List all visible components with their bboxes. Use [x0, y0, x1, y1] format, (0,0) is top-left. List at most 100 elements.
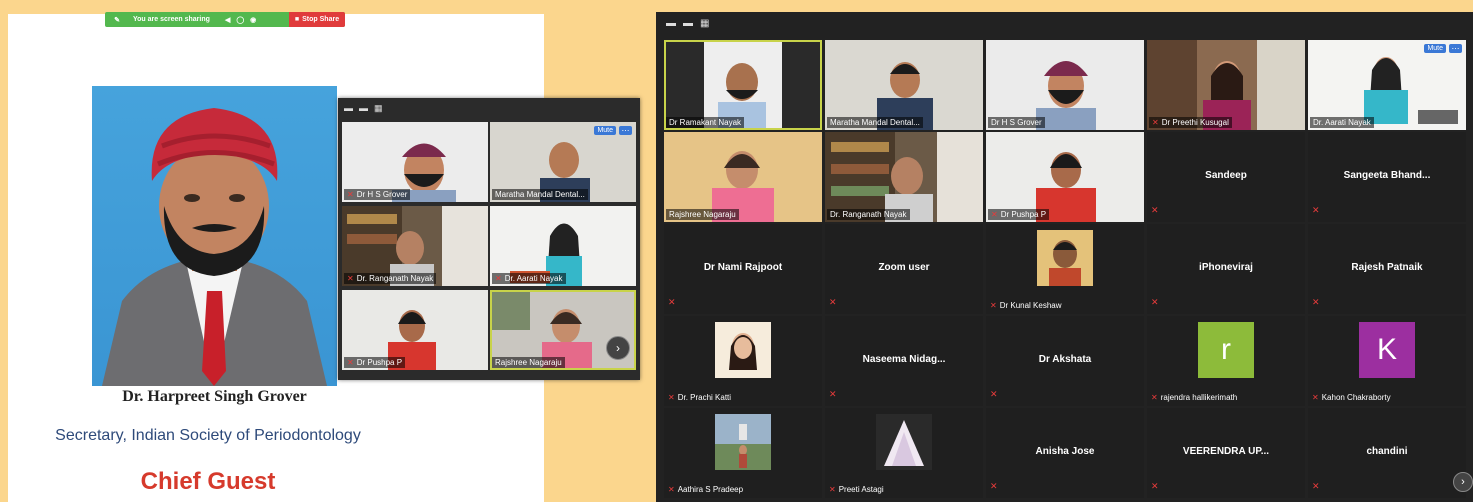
participant-initial-avatar: r [1198, 322, 1254, 378]
mini-panel-header: ▬ ▬ ▦ [338, 98, 640, 118]
name-tile-naseema[interactable]: Naseema Nidag... ✕ [825, 316, 983, 406]
video-tile-1[interactable]: Dr Ramakant Nayak [664, 40, 822, 130]
muted-mic-icon: ✕ [1312, 481, 1320, 491]
mini-tile-2[interactable]: Mute ⋯ Maratha Mandal Dental... [490, 122, 636, 202]
muted-mic-icon: ✕ [990, 389, 998, 399]
minimize-icon[interactable]: ▬ [666, 18, 676, 29]
chief-guest-title: Chief Guest [140, 468, 276, 495]
share-status-icon: ✎ [114, 16, 120, 24]
name-tile-sandeep[interactable]: Sandeep ✕ [1147, 132, 1305, 222]
participant-name: Rajesh Patnaik [1351, 262, 1423, 273]
muted-mic-icon: ✕ [990, 301, 997, 310]
avatar-tile-aathira[interactable]: ✕ Aathira S Pradeep [664, 408, 822, 498]
participant-name: Dr Nami Rajpoot [703, 262, 783, 273]
more-options-icon[interactable]: ⋯ [1449, 44, 1462, 53]
speaker-name: Dr. Harpreet Singh Grover [122, 388, 307, 405]
name-tile-chandini[interactable]: chandini ✕ [1308, 408, 1466, 498]
avatar-tile-preeti[interactable]: ✕ Preeti Astagi [825, 408, 983, 498]
mini-tile-4[interactable]: ✕ Dr. Aarati Nayak [490, 206, 636, 286]
mini-tile-4-label: ✕ Dr. Aarati Nayak [492, 273, 566, 284]
participant-name: Zoom user [878, 262, 930, 273]
mute-button[interactable]: Mute [1424, 44, 1446, 53]
restore-icon[interactable]: ▬ [683, 18, 693, 29]
video-tile-8[interactable]: ✕ Dr Pushpa P [986, 132, 1144, 222]
speaker-role: Secretary, Indian Society of Periodontol… [55, 427, 361, 444]
avatar-tile-label: ✕ rajendra hallikerimath [1151, 393, 1238, 402]
muted-mic-icon: ✕ [990, 481, 998, 491]
muted-mic-icon: ✕ [495, 274, 502, 283]
participant-avatar [715, 322, 771, 378]
name-tile-zoom-user[interactable]: Zoom user ✕ [825, 224, 983, 314]
restore-icon[interactable]: ▬ [359, 103, 368, 113]
participant-name: Sandeep [1205, 170, 1247, 181]
participant-name: Naseema Nidag... [862, 354, 946, 365]
name-tile-rajesh[interactable]: Rajesh Patnaik ✕ [1308, 224, 1466, 314]
grid-view-icon[interactable]: ▦ [700, 18, 709, 29]
name-tile-akshata[interactable]: Dr Akshata ✕ [986, 316, 1144, 406]
participant-name: chandini [1366, 446, 1408, 457]
mini-tile-3-label: ✕ Dr. Ranganath Nayak [344, 273, 437, 284]
mini-tile-6[interactable]: Rajshree Nagaraju › [490, 290, 636, 370]
video-tile-3-label: Dr H S Grover [988, 117, 1045, 128]
muted-mic-icon: ✕ [1151, 205, 1159, 215]
avatar-tile-rajendra[interactable]: r ✕ rajendra hallikerimath [1147, 316, 1305, 406]
video-tile-5-label: Dr. Aarati Nayak [1310, 117, 1374, 128]
video-tile-3[interactable]: Dr H S Grover [986, 40, 1144, 130]
name-tile-sangeeta[interactable]: Sangeeta Bhand... ✕ [1308, 132, 1466, 222]
share-controls-icons[interactable]: ◀ ◯ ◉ [225, 16, 271, 24]
muted-mic-icon: ✕ [829, 297, 837, 307]
muted-mic-icon: ✕ [347, 190, 354, 199]
video-tile-2[interactable]: Maratha Mandal Dental... [825, 40, 983, 130]
mini-next-page-icon[interactable]: › [606, 336, 630, 360]
muted-mic-icon: ✕ [829, 389, 837, 399]
muted-mic-icon: ✕ [1312, 393, 1319, 402]
mini-tile-2-label: Maratha Mandal Dental... [492, 189, 588, 200]
muted-mic-icon: ✕ [1312, 297, 1320, 307]
name-tile-nami[interactable]: Dr Nami Rajpoot ✕ [664, 224, 822, 314]
avatar-tile-label: ✕ Kahon Chakraborty [1312, 393, 1391, 402]
muted-mic-icon: ✕ [1151, 481, 1159, 491]
mini-more-options-icon[interactable]: ⋯ [619, 126, 632, 135]
avatar-tile-kahon[interactable]: K ✕ Kahon Chakraborty [1308, 316, 1466, 406]
grid-view-icon[interactable]: ▦ [374, 103, 383, 114]
muted-mic-icon: ✕ [829, 485, 836, 494]
video-tile-4-label: ✕ Dr Preethi Kusugal [1149, 117, 1232, 128]
participant-avatar [1037, 230, 1093, 286]
name-tile-veerendra[interactable]: VEERENDRA UP... ✕ [1147, 408, 1305, 498]
video-tile-7[interactable]: Dr. Ranganath Nayak [825, 132, 983, 222]
gallery-header: ▬ ▬ ▦ [656, 12, 1473, 34]
mini-tile-1[interactable]: ✕ Dr H S Grover [342, 122, 488, 202]
share-status-text: You are screen sharing [133, 16, 210, 23]
mini-tile-6-label: Rajshree Nagaraju [492, 357, 565, 368]
participant-name: VEERENDRA UP... [1182, 446, 1270, 457]
avatar-tile-label: ✕ Aathira S Pradeep [668, 485, 744, 494]
video-tile-5[interactable]: Mute ⋯ Dr. Aarati Nayak [1308, 40, 1466, 130]
avatar-tile-prachi[interactable]: ✕ Dr. Prachi Katti [664, 316, 822, 406]
muted-mic-icon: ✕ [668, 297, 676, 307]
video-tile-4[interactable]: ✕ Dr Preethi Kusugal [1147, 40, 1305, 130]
name-tile-anisha[interactable]: Anisha Jose ✕ [986, 408, 1144, 498]
muted-mic-icon: ✕ [668, 393, 675, 402]
stop-share-button[interactable]: ■ Stop Share [289, 12, 345, 27]
mini-mute-button[interactable]: Mute [594, 126, 616, 135]
stop-icon: ■ [294, 16, 300, 23]
next-page-icon[interactable]: › [1453, 472, 1473, 492]
participant-name: Sangeeta Bhand... [1343, 170, 1431, 181]
participant-name: Dr Akshata [1038, 354, 1092, 365]
muted-mic-icon: ✕ [347, 274, 354, 283]
participant-name: Anisha Jose [1035, 446, 1095, 457]
muted-mic-icon: ✕ [1151, 393, 1158, 402]
video-tile-6-label: Rajshree Nagaraju [666, 209, 739, 220]
mini-tile-5[interactable]: ✕ Dr Pushpa P [342, 290, 488, 370]
mini-tile-3[interactable]: ✕ Dr. Ranganath Nayak [342, 206, 488, 286]
avatar-tile-kunal[interactable]: ✕ Dr Kunal Keshaw [986, 224, 1144, 314]
minimize-icon[interactable]: ▬ [344, 103, 353, 113]
avatar-tile-label: ✕ Dr Kunal Keshaw [990, 301, 1062, 310]
video-tile-6[interactable]: Rajshree Nagaraju [664, 132, 822, 222]
mini-tile-5-label: ✕ Dr Pushpa P [344, 357, 406, 368]
name-tile-iphoneviraj[interactable]: iPhoneviraj ✕ [1147, 224, 1305, 314]
muted-mic-icon: ✕ [668, 485, 675, 494]
muted-mic-icon: ✕ [347, 358, 354, 367]
muted-mic-icon: ✕ [1151, 297, 1159, 307]
muted-mic-icon: ✕ [991, 210, 998, 219]
